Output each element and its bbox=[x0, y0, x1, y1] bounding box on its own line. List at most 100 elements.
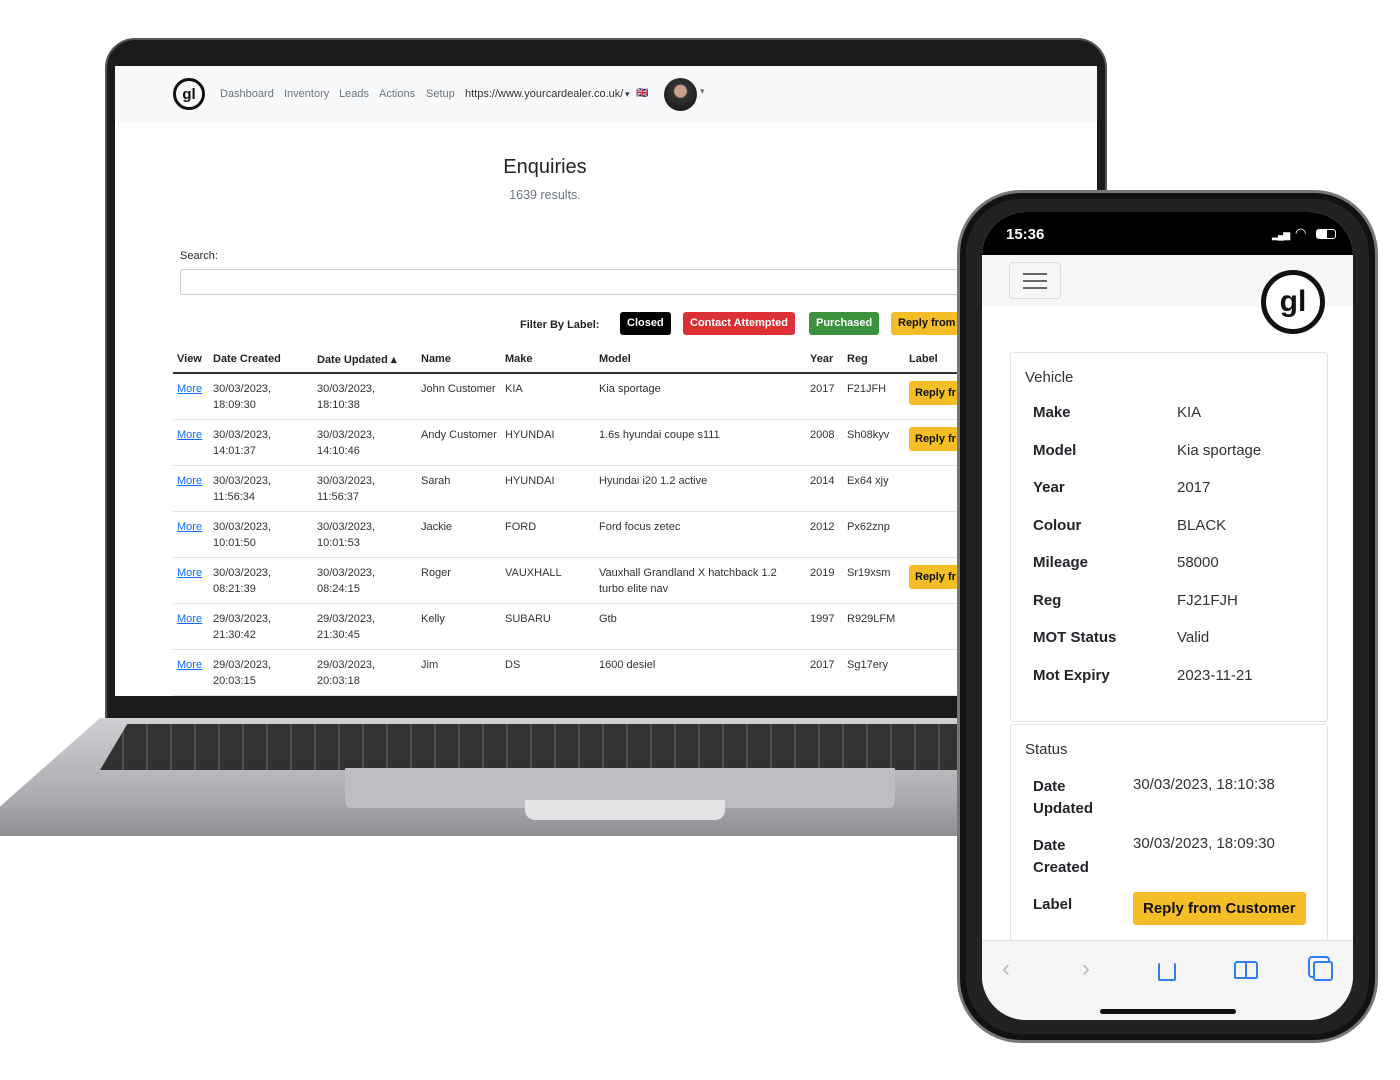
cell-text: 30/03/2023, 10:01:53 bbox=[317, 521, 376, 549]
cell-text: Gtb bbox=[599, 613, 617, 625]
table-cell: 30/03/2023, 08:24:15 bbox=[313, 557, 417, 604]
filter-closed-button[interactable]: Closed bbox=[620, 312, 671, 335]
table-cell: Sg17ery bbox=[843, 649, 905, 696]
table-cell: 29/03/2023, 21:30:45 bbox=[313, 603, 417, 650]
cell-text: SUBARU bbox=[505, 613, 551, 625]
filter-purchased-button[interactable]: Purchased bbox=[809, 312, 880, 335]
nav-actions[interactable]: Actions bbox=[379, 88, 415, 100]
table-cell: 29/03/2023, bbox=[209, 695, 313, 696]
cell-text: 2014 bbox=[810, 475, 835, 487]
uk-flag-icon[interactable]: 🇬🇧 bbox=[636, 88, 648, 99]
search-label: Search: bbox=[180, 250, 218, 262]
table-cell: 30/03/2023, 08:21:39 bbox=[209, 557, 313, 604]
more-link[interactable]: More bbox=[177, 475, 202, 487]
vehicle-field-value: BLACK bbox=[1177, 516, 1227, 534]
chevron-down-icon[interactable]: ▾ bbox=[625, 89, 630, 100]
vehicle-card: Vehicle Make KIA Model Kia sportage Year 2017… bbox=[1010, 352, 1328, 722]
table-cell: 2008 bbox=[806, 419, 843, 466]
column-header[interactable]: Reg bbox=[843, 346, 905, 374]
table-cell: Patrick bbox=[417, 695, 501, 696]
label-badge[interactable]: Reply fr bbox=[909, 427, 962, 451]
search-input[interactable] bbox=[180, 269, 1080, 295]
laptop-screen: gl Dashboard Inventory Leads Actions Set… bbox=[115, 66, 1097, 696]
more-link[interactable]: More bbox=[177, 567, 202, 579]
cell-text: HYUNDAI bbox=[505, 475, 555, 487]
filter-reply-button[interactable]: Reply from bbox=[891, 312, 963, 335]
table-cell: R929LFM bbox=[843, 603, 905, 650]
tabs-icon[interactable] bbox=[1313, 961, 1333, 981]
bookmarks-icon[interactable] bbox=[1234, 961, 1258, 979]
avatar[interactable] bbox=[664, 78, 697, 111]
vehicle-field-value: KIA bbox=[1177, 404, 1202, 421]
logo[interactable]: gl bbox=[173, 78, 205, 110]
table-cell: 1997 bbox=[806, 603, 843, 650]
table-row: More 30/03/2023, 14:01:37 30/03/2023, 14:1… bbox=[173, 419, 1073, 466]
column-header[interactable]: Year bbox=[806, 346, 843, 374]
share-icon[interactable] bbox=[1158, 963, 1176, 981]
table-cell: 2017 bbox=[806, 372, 843, 420]
status-card: Status Date Updated 30/03/2023, 18:10:38… bbox=[1010, 724, 1328, 954]
label-badge[interactable]: Reply from Customer bbox=[1133, 892, 1306, 925]
logo[interactable]: gl bbox=[1261, 270, 1325, 334]
table-cell: 29/03/2023, bbox=[313, 695, 417, 696]
table-cell: 1.6s hyundai coupe s111 bbox=[595, 419, 806, 466]
cell-text: F21JFH bbox=[847, 383, 887, 395]
cell-text: Ex64 xjy bbox=[847, 475, 889, 487]
cell-text: 30/03/2023, 11:56:34 bbox=[213, 475, 272, 503]
nav-leads[interactable]: Leads bbox=[339, 88, 369, 100]
column-header[interactable]: Name bbox=[417, 346, 501, 374]
label-badge[interactable]: Reply fr bbox=[909, 565, 962, 589]
forward-icon[interactable]: › bbox=[1082, 955, 1090, 983]
more-link[interactable]: More bbox=[177, 613, 202, 625]
cell-text: VAUXHALL bbox=[505, 567, 562, 579]
more-link[interactable]: More bbox=[177, 429, 202, 441]
cell-text: Roger bbox=[421, 567, 451, 579]
back-icon[interactable]: ‹ bbox=[1002, 955, 1010, 983]
table-cell: More bbox=[173, 465, 209, 512]
filter-contact-attempted-button[interactable]: Contact Attempted bbox=[683, 312, 795, 335]
date-created-label: Date Created bbox=[1033, 837, 1089, 876]
vehicle-field-value: 58000 bbox=[1177, 554, 1219, 571]
cell-text: 29/03/2023, 20:03:18 bbox=[317, 659, 376, 687]
cell-text: 1.6s hyundai coupe s111 bbox=[599, 429, 720, 441]
more-link[interactable]: More bbox=[177, 383, 202, 395]
label-badge[interactable]: Reply fr bbox=[909, 381, 962, 405]
column-header[interactable]: Model bbox=[595, 346, 806, 374]
table-cell: Clio bbox=[806, 695, 843, 696]
site-selector[interactable]: https://www.yourcardealer.co.uk/ bbox=[465, 88, 623, 100]
cell-text: 29/03/2023, 21:30:45 bbox=[317, 613, 376, 641]
table-cell: 30/03/2023, 10:01:50 bbox=[209, 511, 313, 558]
cell-text: Jackie bbox=[421, 521, 453, 533]
table-cell: DS bbox=[501, 649, 595, 696]
table-cell: 2014 bbox=[806, 465, 843, 512]
cell-text: R929LFM bbox=[847, 613, 896, 625]
table-cell: More bbox=[173, 695, 209, 696]
nav-inventory[interactable]: Inventory bbox=[284, 88, 329, 100]
table-cell: Sr19xsm bbox=[843, 557, 905, 604]
cell-text: Sr19xsm bbox=[847, 567, 891, 579]
column-header[interactable]: Date Created bbox=[209, 346, 313, 374]
cell-text: 30/03/2023, 10:01:50 bbox=[213, 521, 272, 549]
nav-setup[interactable]: Setup bbox=[426, 88, 455, 100]
cell-text: 29/03/2023, 20:03:15 bbox=[213, 659, 272, 687]
cell-text: Sg17ery bbox=[847, 659, 888, 671]
cell-text: FORD bbox=[505, 521, 537, 533]
column-header[interactable]: Make bbox=[501, 346, 595, 374]
cell-text: John Customer bbox=[421, 383, 496, 395]
column-header[interactable]: View bbox=[173, 346, 209, 374]
column-header[interactable]: Date Updated ▴ bbox=[313, 346, 417, 374]
table-cell: 29/03/2023, 20:03:18 bbox=[313, 649, 417, 696]
nav-dashboard[interactable]: Dashboard bbox=[220, 88, 274, 100]
hamburger-menu-icon[interactable] bbox=[1009, 262, 1061, 299]
status-bar: 15:36 ▂▄▆ ◠ bbox=[982, 212, 1353, 255]
chevron-down-icon[interactable]: ▾ bbox=[700, 86, 705, 97]
cell-text: 1997 bbox=[810, 613, 835, 625]
more-link[interactable]: More bbox=[177, 521, 202, 533]
table-cell: John Customer bbox=[417, 372, 501, 420]
cell-text: 29/03/2023, 21:30:42 bbox=[213, 613, 272, 641]
table-cell: F21JFH bbox=[843, 372, 905, 420]
vehicle-field-label: MOT Status bbox=[1033, 629, 1117, 646]
table-cell: 30/03/2023, 11:56:37 bbox=[313, 465, 417, 512]
more-link[interactable]: More bbox=[177, 659, 202, 671]
cell-text: 30/03/2023, 08:24:15 bbox=[317, 567, 376, 595]
